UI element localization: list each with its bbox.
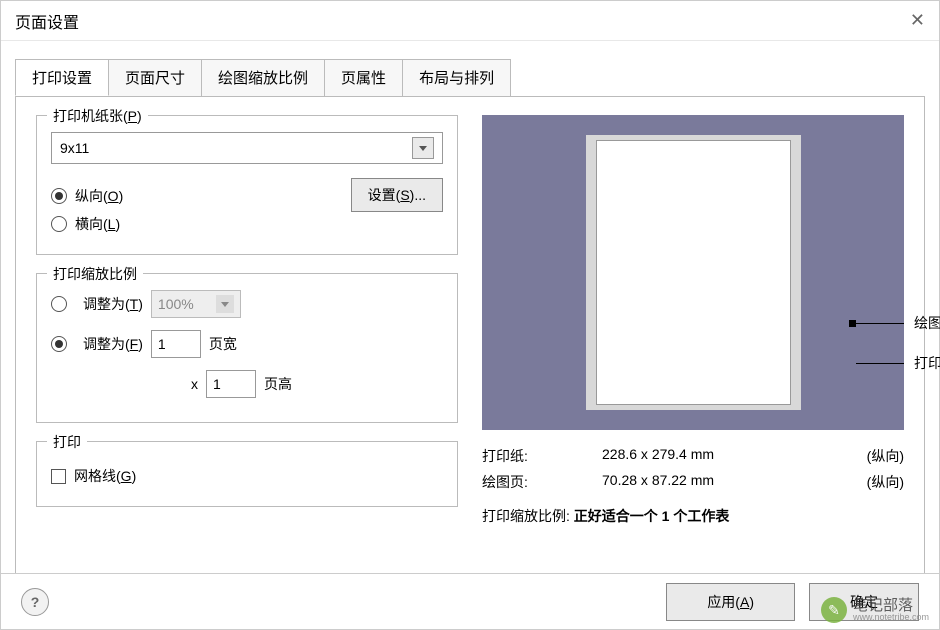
fit-to-row[interactable]: 调整为(F) 1 页宽 (51, 330, 443, 358)
callout-line (856, 323, 904, 324)
callout-dot-icon (849, 320, 856, 327)
tab-page-properties[interactable]: 页属性 (324, 59, 403, 96)
close-icon[interactable]: ✕ (910, 10, 925, 31)
paper-size-select[interactable]: 9x11 (51, 132, 443, 164)
watermark-logo-icon: ✎ (821, 597, 847, 623)
orientation-portrait[interactable]: 纵向(O) (51, 186, 351, 206)
callout-paper-label: 打印纸 (914, 353, 940, 373)
info-scale-label: 打印缩放比例: (482, 508, 570, 524)
printer-paper-group: 打印机纸张(P) 9x11 纵向(O) (36, 115, 458, 255)
page-preview: 绘图页 打印纸 (482, 115, 904, 430)
printer-setup-button[interactable]: 设置(S)... (351, 178, 443, 212)
titlebar: 页面设置 ✕ (1, 1, 939, 41)
group-legend-scale: 打印缩放比例 (47, 264, 143, 284)
callout-line (856, 363, 904, 364)
preview-drawing-page (596, 140, 791, 405)
right-column: 绘图页 打印纸 打印纸: 228.6 x 279.4 mm (纵向) 绘图页: (482, 115, 904, 557)
dialog-title: 页面设置 (15, 9, 79, 33)
radio-icon (51, 188, 67, 204)
info-paper-label: 打印纸: (482, 446, 602, 466)
adjust-to-select[interactable]: 100% (151, 290, 241, 318)
dialog-footer: ? 应用(A) 确定 ✎ 笔记部落 www.notetribe.com (1, 573, 939, 629)
page-setup-dialog: 页面设置 ✕ 打印设置 页面尺寸 绘图缩放比例 页属性 布局与排列 打印机纸张(… (0, 0, 940, 630)
left-column: 打印机纸张(P) 9x11 纵向(O) (36, 115, 458, 557)
gridlines-label: 网格线(G) (74, 466, 136, 486)
print-zoom-group: 打印缩放比例 调整为(T) 100% 调整为(F) 1 (36, 273, 458, 423)
portrait-label: 纵向(O) (75, 186, 123, 206)
fit-wide-input[interactable]: 1 (151, 330, 201, 358)
checkbox-icon (51, 469, 66, 484)
watermark: ✎ 笔记部落 www.notetribe.com (821, 597, 929, 623)
chevron-down-icon (216, 295, 234, 313)
fit-wide-label: 页宽 (209, 334, 237, 354)
info-table: 打印纸: 228.6 x 279.4 mm (纵向) 绘图页: 70.28 x … (482, 446, 904, 526)
gridlines-checkbox[interactable]: 网格线(G) (51, 466, 443, 486)
tab-page-size[interactable]: 页面尺寸 (108, 59, 202, 96)
radio-icon (51, 216, 67, 232)
paper-size-value: 9x11 (60, 140, 89, 156)
preview-paper (586, 135, 801, 410)
fit-tall-label: 页高 (264, 374, 292, 394)
tab-drawing-scale[interactable]: 绘图缩放比例 (201, 59, 325, 96)
radio-icon (51, 296, 67, 312)
tab-print-setup[interactable]: 打印设置 (15, 59, 109, 96)
radio-icon (51, 336, 67, 352)
fit-to-label: 调整为(F) (83, 334, 143, 354)
info-paper-orient: (纵向) (844, 446, 904, 466)
group-legend-paper: 打印机纸张(P) (47, 106, 148, 126)
group-legend-print: 打印 (47, 432, 87, 452)
info-scale-value: 正好适合一个 1 个工作表 (574, 508, 730, 524)
adjust-to-value: 100% (158, 296, 194, 312)
fit-tall-input[interactable]: 1 (206, 370, 256, 398)
apply-button[interactable]: 应用(A) (666, 583, 795, 621)
watermark-en: www.notetribe.com (853, 613, 929, 622)
landscape-label: 横向(L) (75, 214, 120, 234)
callout-drawing-label: 绘图页 (914, 313, 940, 333)
watermark-cn: 笔记部落 (853, 598, 929, 613)
fit-tall-row: x 1 页高 (191, 370, 443, 398)
tab-layout-routing[interactable]: 布局与排列 (402, 59, 511, 96)
x-label: x (191, 376, 198, 392)
help-icon[interactable]: ? (21, 588, 49, 616)
info-drawing-label: 绘图页: (482, 472, 602, 492)
orientation-landscape[interactable]: 横向(L) (51, 214, 351, 234)
print-group: 打印 网格线(G) (36, 441, 458, 507)
tab-panel: 打印机纸张(P) 9x11 纵向(O) (15, 96, 925, 576)
adjust-to-label: 调整为(T) (83, 294, 143, 314)
info-paper-value: 228.6 x 279.4 mm (602, 446, 844, 466)
chevron-down-icon (412, 137, 434, 159)
tab-strip: 打印设置 页面尺寸 绘图缩放比例 页属性 布局与排列 (15, 59, 939, 96)
info-drawing-value: 70.28 x 87.22 mm (602, 472, 844, 492)
info-drawing-orient: (纵向) (844, 472, 904, 492)
adjust-to-row[interactable]: 调整为(T) 100% (51, 290, 443, 318)
